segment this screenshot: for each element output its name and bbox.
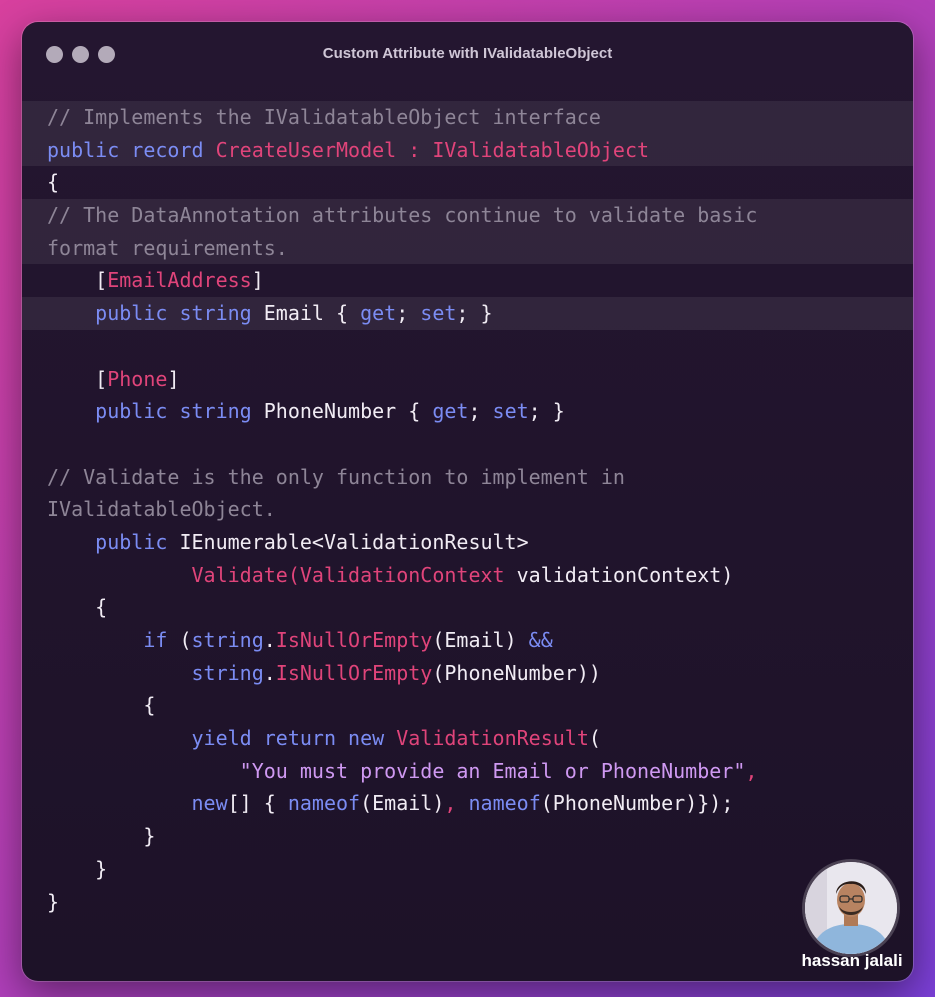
punctuation: ,	[745, 758, 758, 783]
bracket: [	[47, 268, 108, 293]
keyword: set	[492, 399, 529, 424]
code-line-18: string.IsNullOrEmpty(PhoneNumber))	[22, 657, 913, 690]
punctuation: ;	[396, 301, 421, 326]
code-line-15: Validate(ValidationContext validationCon…	[22, 559, 913, 592]
code-line-1: // Implements the IValidatableObject int…	[22, 101, 913, 134]
keyword: nameof	[468, 791, 541, 816]
comment: // Validate is the only function to impl…	[47, 464, 625, 489]
code-line-16: {	[22, 591, 913, 624]
keyword: get	[432, 399, 469, 424]
code-line-7: public string Email { get; set; }	[22, 297, 913, 330]
punctuation: ,	[444, 791, 469, 816]
code-line-12: // Validate is the only function to impl…	[22, 461, 913, 494]
code-line-4: // The DataAnnotation attributes continu…	[22, 199, 913, 232]
keyword: public	[47, 529, 180, 554]
code-block: // Implements the IValidatableObject int…	[22, 101, 913, 918]
author-name: hassan jalali	[801, 951, 903, 970]
comment: // Implements the IValidatableObject int…	[47, 105, 601, 129]
code-line-2: public record CreateUserModel : IValidat…	[22, 133, 913, 167]
argument: (PhoneNumber)});	[540, 791, 734, 816]
keyword: public string	[47, 399, 264, 424]
brace: }	[47, 889, 60, 914]
brace: {	[47, 595, 108, 620]
brace: {	[47, 170, 60, 195]
keyword: public record	[47, 137, 216, 162]
window-title: Custom Attribute with IValidatableObject	[322, 45, 613, 62]
code-line-9: [Phone]	[22, 363, 913, 396]
code-line-22: new[] { nameof(Email), nameof(PhoneNumbe…	[22, 787, 913, 820]
type-name: CreateUserModel : IValidatableObject	[215, 137, 650, 162]
argument: (PhoneNumber))	[432, 660, 601, 685]
keyword: public string	[47, 301, 264, 326]
comment: // The DataAnnotation attributes continu…	[47, 203, 758, 228]
punctuation: .	[263, 628, 276, 652]
code-line-23: }	[22, 820, 913, 853]
type-name: ValidationContext	[299, 562, 505, 587]
punctuation: .	[263, 660, 276, 685]
brace: }	[47, 824, 156, 849]
code-line-24: }	[22, 853, 913, 886]
method-name: IsNullOrEmpty	[275, 660, 433, 685]
method-name: Validate	[47, 562, 288, 587]
punctuation: (	[588, 726, 601, 751]
person-icon	[805, 862, 897, 954]
keyword: string	[191, 628, 264, 652]
punctuation: ; }	[456, 301, 493, 326]
punctuation: ;	[468, 399, 493, 424]
keyword: if	[47, 628, 180, 652]
brace: }	[47, 856, 108, 881]
attribute-name: Phone	[107, 366, 168, 391]
comment: IValidatableObject.	[47, 497, 276, 522]
code-line-6: [EmailAddress]	[22, 264, 913, 297]
keyword: yield return new	[47, 726, 397, 751]
code-window: Custom Attribute with IValidatableObject…	[22, 22, 913, 981]
property-name: Email {	[263, 301, 361, 326]
code-line-17: if (string.IsNullOrEmpty(Email) &&	[22, 624, 913, 657]
type-name: ValidationResult	[396, 726, 589, 751]
code-line-25: }	[22, 886, 913, 919]
argument: (Email)	[360, 791, 445, 816]
brace: {	[47, 693, 156, 718]
code-line-5: format requirements.	[22, 231, 913, 265]
comment: format requirements.	[47, 235, 288, 260]
code-line-20: yield return new ValidationResult(	[22, 722, 913, 755]
code-line-13: IValidatableObject.	[22, 493, 913, 526]
bracket: ]	[167, 366, 180, 391]
title-bar: Custom Attribute with IValidatableObject	[22, 22, 913, 90]
keyword: get	[360, 301, 397, 326]
code-line-19: {	[22, 689, 913, 722]
author-avatar	[805, 862, 897, 954]
punctuation: [] {	[227, 791, 288, 816]
method-name: IsNullOrEmpty	[275, 628, 433, 652]
keyword: nameof	[287, 791, 361, 816]
bracket: [	[47, 366, 108, 391]
keyword: new	[47, 791, 228, 816]
keyword: set	[420, 301, 457, 326]
parameter: validationContext)	[504, 562, 734, 587]
punctuation: (	[287, 562, 300, 587]
bracket: ]	[251, 268, 264, 293]
code-line-3: {	[22, 166, 913, 199]
string-literal: "You must provide an Email or PhoneNumbe…	[47, 758, 746, 783]
punctuation: (	[179, 628, 192, 652]
argument: (Email)	[432, 628, 529, 652]
punctuation: ; }	[528, 399, 565, 424]
property-name: PhoneNumber {	[263, 399, 433, 424]
code-line-14: public IEnumerable<ValidationResult>	[22, 526, 913, 559]
return-type: IEnumerable<ValidationResult>	[179, 529, 529, 554]
code-line-10: public string PhoneNumber { get; set; }	[22, 395, 913, 428]
keyword: string	[47, 660, 264, 685]
attribute-name: EmailAddress	[107, 268, 252, 293]
code-line-21: "You must provide an Email or PhoneNumbe…	[22, 755, 913, 788]
operator: &&	[528, 628, 553, 652]
